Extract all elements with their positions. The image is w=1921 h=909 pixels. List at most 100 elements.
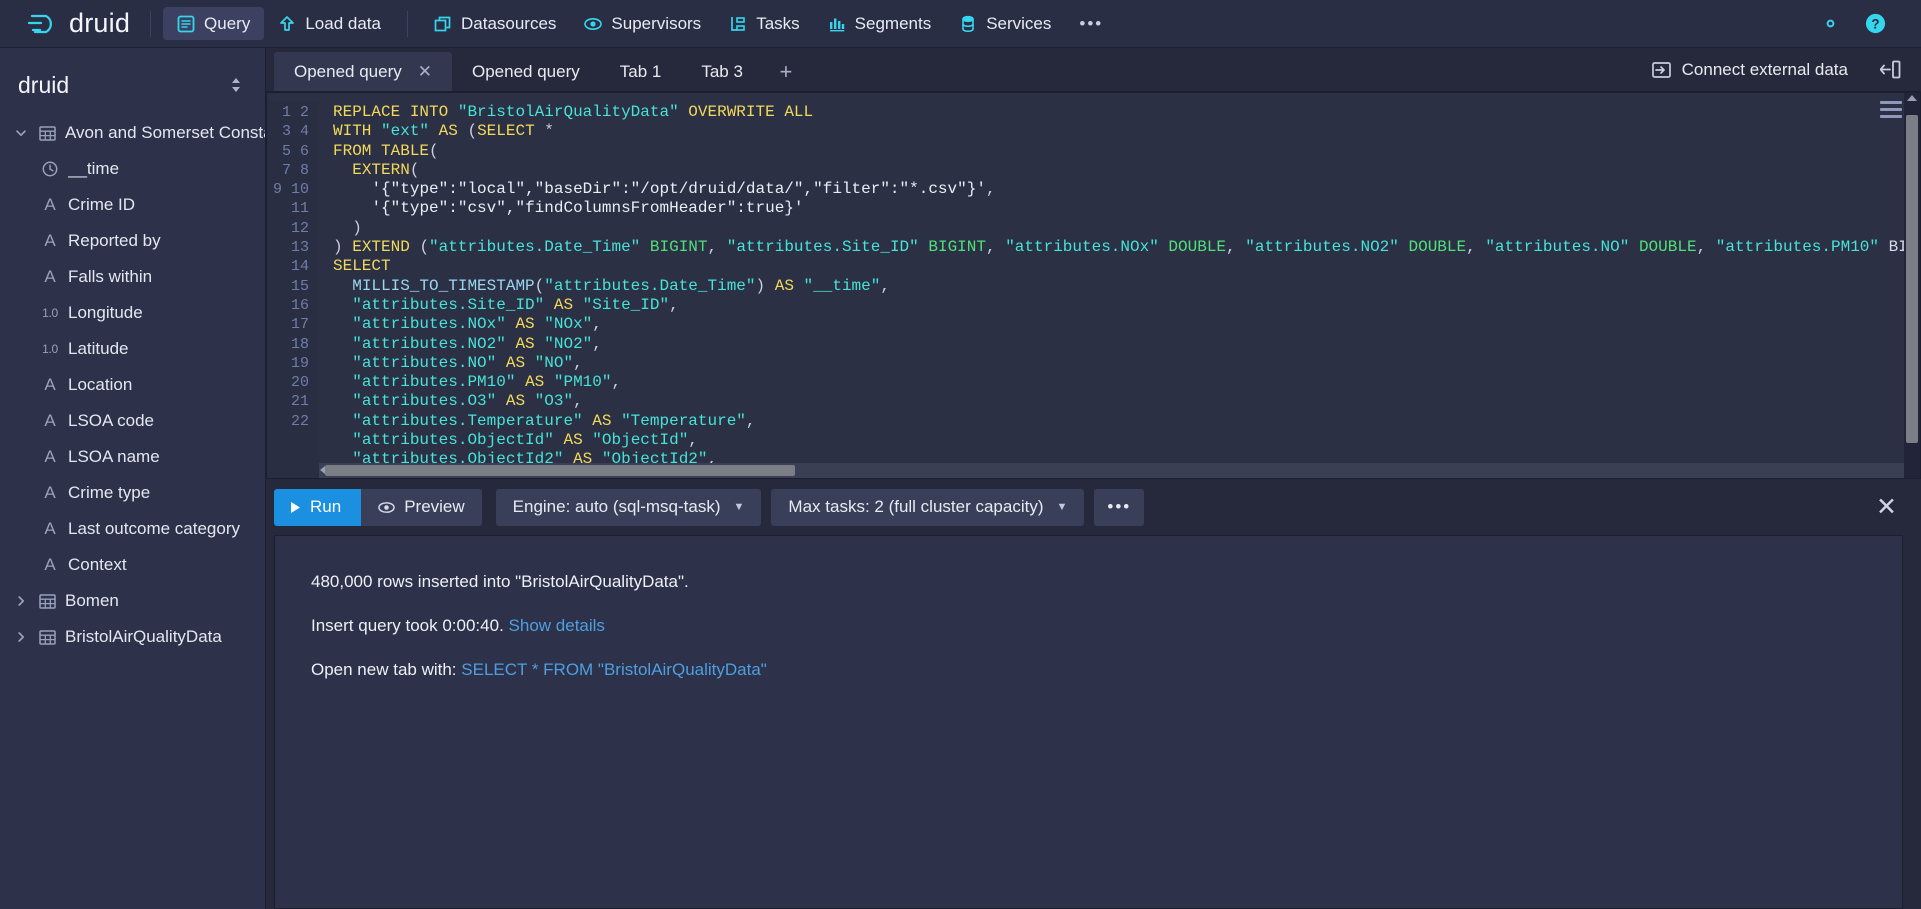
vertical-scroll-thumb[interactable] xyxy=(1906,115,1918,443)
max-tasks-select-label: Max tasks: 2 (full cluster capacity) xyxy=(788,497,1044,516)
duration-message: Insert query took 0:00:40. Show details xyxy=(311,616,1902,636)
nav-item-services[interactable]: Services xyxy=(945,7,1065,40)
nav-item-supervisors[interactable]: Supervisors xyxy=(570,7,715,40)
navbar-right-actions: ? xyxy=(1819,12,1903,35)
open-new-tab-query-link[interactable]: SELECT * FROM "BristolAirQualityData" xyxy=(461,660,767,679)
run-button[interactable]: Run xyxy=(274,488,362,526)
play-icon xyxy=(290,501,301,514)
nav-label-load-data: Load data xyxy=(305,13,381,33)
show-details-link[interactable]: Show details xyxy=(509,616,605,635)
nav-item-datasources[interactable]: Datasources xyxy=(420,7,570,40)
nav-overflow-label: ••• xyxy=(1079,13,1104,33)
tree-item-label: LSOA name xyxy=(68,447,160,466)
connect-external-data-button[interactable]: Connect external data xyxy=(1644,54,1856,86)
editor-menu-icon[interactable] xyxy=(1880,101,1902,118)
chevron-down-icon: ▼ xyxy=(733,501,745,513)
string-icon: A xyxy=(44,411,56,430)
load-data-icon xyxy=(278,15,296,33)
nav-item-load-data[interactable]: Load data xyxy=(264,7,395,40)
engine-select-label: Engine: auto (sql-msq-task) xyxy=(512,497,721,516)
tree-item-location[interactable]: A Location xyxy=(0,367,265,403)
brand-text: druid xyxy=(69,8,131,38)
druid-logo[interactable]: druid xyxy=(18,8,130,39)
number-icon: 1.0 xyxy=(42,306,58,320)
tree-item-label: Reported by xyxy=(68,231,161,250)
tree-item-last-outcome-category[interactable]: A Last outcome category xyxy=(0,511,265,547)
tree-item-label: Context xyxy=(68,555,127,574)
query-tab-1[interactable]: Opened query ✕ xyxy=(274,52,452,91)
query-toolbar: Run Preview Engine: auto (sql-msq-task) … xyxy=(266,479,1921,535)
add-tab-button[interactable]: + xyxy=(763,52,809,91)
svg-text:?: ? xyxy=(1871,16,1879,31)
horizontal-scroll-thumb[interactable] xyxy=(325,465,795,476)
tree-item-avon-and-somerset-constabulary[interactable]: Avon and Somerset Constabulary xyxy=(0,115,265,151)
tree-item-crime-type[interactable]: A Crime type xyxy=(0,475,265,511)
nav-overflow-button[interactable]: ••• xyxy=(1065,7,1117,40)
tree-item-context[interactable]: A Context xyxy=(0,547,265,583)
chevron-down-icon-2: ▼ xyxy=(1056,501,1068,513)
table-icon xyxy=(37,125,57,141)
datasource-selector[interactable]: druid xyxy=(12,63,253,107)
editor-vertical-scrollbar[interactable] xyxy=(1904,93,1920,478)
nav-label-segments: Segments xyxy=(854,13,932,33)
collapse-panel-icon[interactable] xyxy=(1876,56,1905,83)
druid-mark-icon xyxy=(26,11,60,37)
top-navbar: druid Query Load data Datasources Superv… xyxy=(0,0,1921,48)
datasources-icon xyxy=(434,15,452,33)
sidebar: druid Avon and Somerset Constabulary __ti… xyxy=(0,48,266,909)
help-icon[interactable]: ? xyxy=(1864,12,1887,35)
nav-label-services: Services xyxy=(986,13,1052,33)
chevron-down-icon[interactable] xyxy=(12,125,29,142)
string-icon: A xyxy=(44,519,56,538)
sql-code[interactable]: REPLACE INTO "BristolAirQualityData" OVE… xyxy=(319,101,1920,478)
tree-item-lsoa-code[interactable]: A LSOA code xyxy=(0,403,265,439)
string-icon: A xyxy=(44,267,56,286)
nav-divider-2 xyxy=(406,10,408,37)
preview-eye-icon xyxy=(378,500,395,515)
close-results-button[interactable]: ✕ xyxy=(1870,494,1903,520)
connect-external-data-label: Connect external data xyxy=(1681,59,1848,79)
tree-item-falls-within[interactable]: A Falls within xyxy=(0,259,265,295)
toolbar-more-button[interactable]: ••• xyxy=(1094,488,1145,526)
tree-item-label: Last outcome category xyxy=(68,519,240,538)
duration-text: Insert query took 0:00:40. xyxy=(311,616,504,635)
scroll-up-arrow-icon[interactable] xyxy=(1907,95,1917,101)
supervisors-icon xyxy=(584,15,603,33)
query-tab-label: Tab 1 xyxy=(619,61,662,81)
close-tab-icon[interactable]: ✕ xyxy=(418,63,432,80)
tree-item-longitude[interactable]: 1.0 Longitude xyxy=(0,295,265,331)
nav-label-datasources: Datasources xyxy=(460,13,557,33)
toolbar-more-label: ••• xyxy=(1107,497,1132,516)
tree-item-label: __time xyxy=(68,159,120,178)
tree-item-time[interactable]: __time xyxy=(0,151,265,187)
query-tab-3[interactable]: Tab 1 xyxy=(600,52,682,91)
gear-icon[interactable] xyxy=(1819,12,1842,35)
nav-item-tasks[interactable]: Tasks xyxy=(715,7,813,40)
tree-item-bomen[interactable]: Bomen xyxy=(0,583,265,619)
preview-button[interactable]: Preview xyxy=(361,488,482,526)
tree-item-label: LSOA code xyxy=(68,411,155,430)
tree-item-bristolairqualitydata[interactable]: BristolAirQualityData xyxy=(0,619,265,655)
open-new-tab-message: Open new tab with: SELECT * FROM "Bristo… xyxy=(311,660,1902,680)
chevron-right-icon[interactable] xyxy=(12,629,29,646)
tree-item-reported-by[interactable]: A Reported by xyxy=(0,223,265,259)
engine-select[interactable]: Engine: auto (sql-msq-task) ▼ xyxy=(495,488,762,526)
tree-item-lsoa-name[interactable]: A LSOA name xyxy=(0,439,265,475)
query-tab-2[interactable]: Opened query xyxy=(452,52,600,91)
chevron-right-icon[interactable] xyxy=(12,593,29,610)
tree-item-label: Bomen xyxy=(65,591,119,610)
tree-item-crime-id[interactable]: A Crime ID xyxy=(0,187,265,223)
datasource-selector-label: druid xyxy=(18,71,70,98)
query-tab-label: Opened query xyxy=(294,61,402,81)
max-tasks-select[interactable]: Max tasks: 2 (full cluster capacity) ▼ xyxy=(771,488,1085,526)
query-tab-4[interactable]: Tab 3 xyxy=(681,52,763,91)
run-button-label: Run xyxy=(310,497,342,516)
sql-editor[interactable]: 1 2 3 4 5 6 7 8 9 10 11 12 13 14 15 16 1… xyxy=(266,92,1921,479)
nav-item-segments[interactable]: Segments xyxy=(814,7,946,40)
tree-item-latitude[interactable]: 1.0 Latitude xyxy=(0,331,265,367)
schema-tree: Avon and Somerset Constabulary __time A Cri… xyxy=(0,111,265,909)
query-tab-label: Opened query xyxy=(472,61,580,81)
nav-item-query[interactable]: Query xyxy=(163,7,265,40)
editor-horizontal-scrollbar[interactable] xyxy=(319,463,1904,478)
tree-item-label: Avon and Somerset Constabulary xyxy=(65,123,265,142)
